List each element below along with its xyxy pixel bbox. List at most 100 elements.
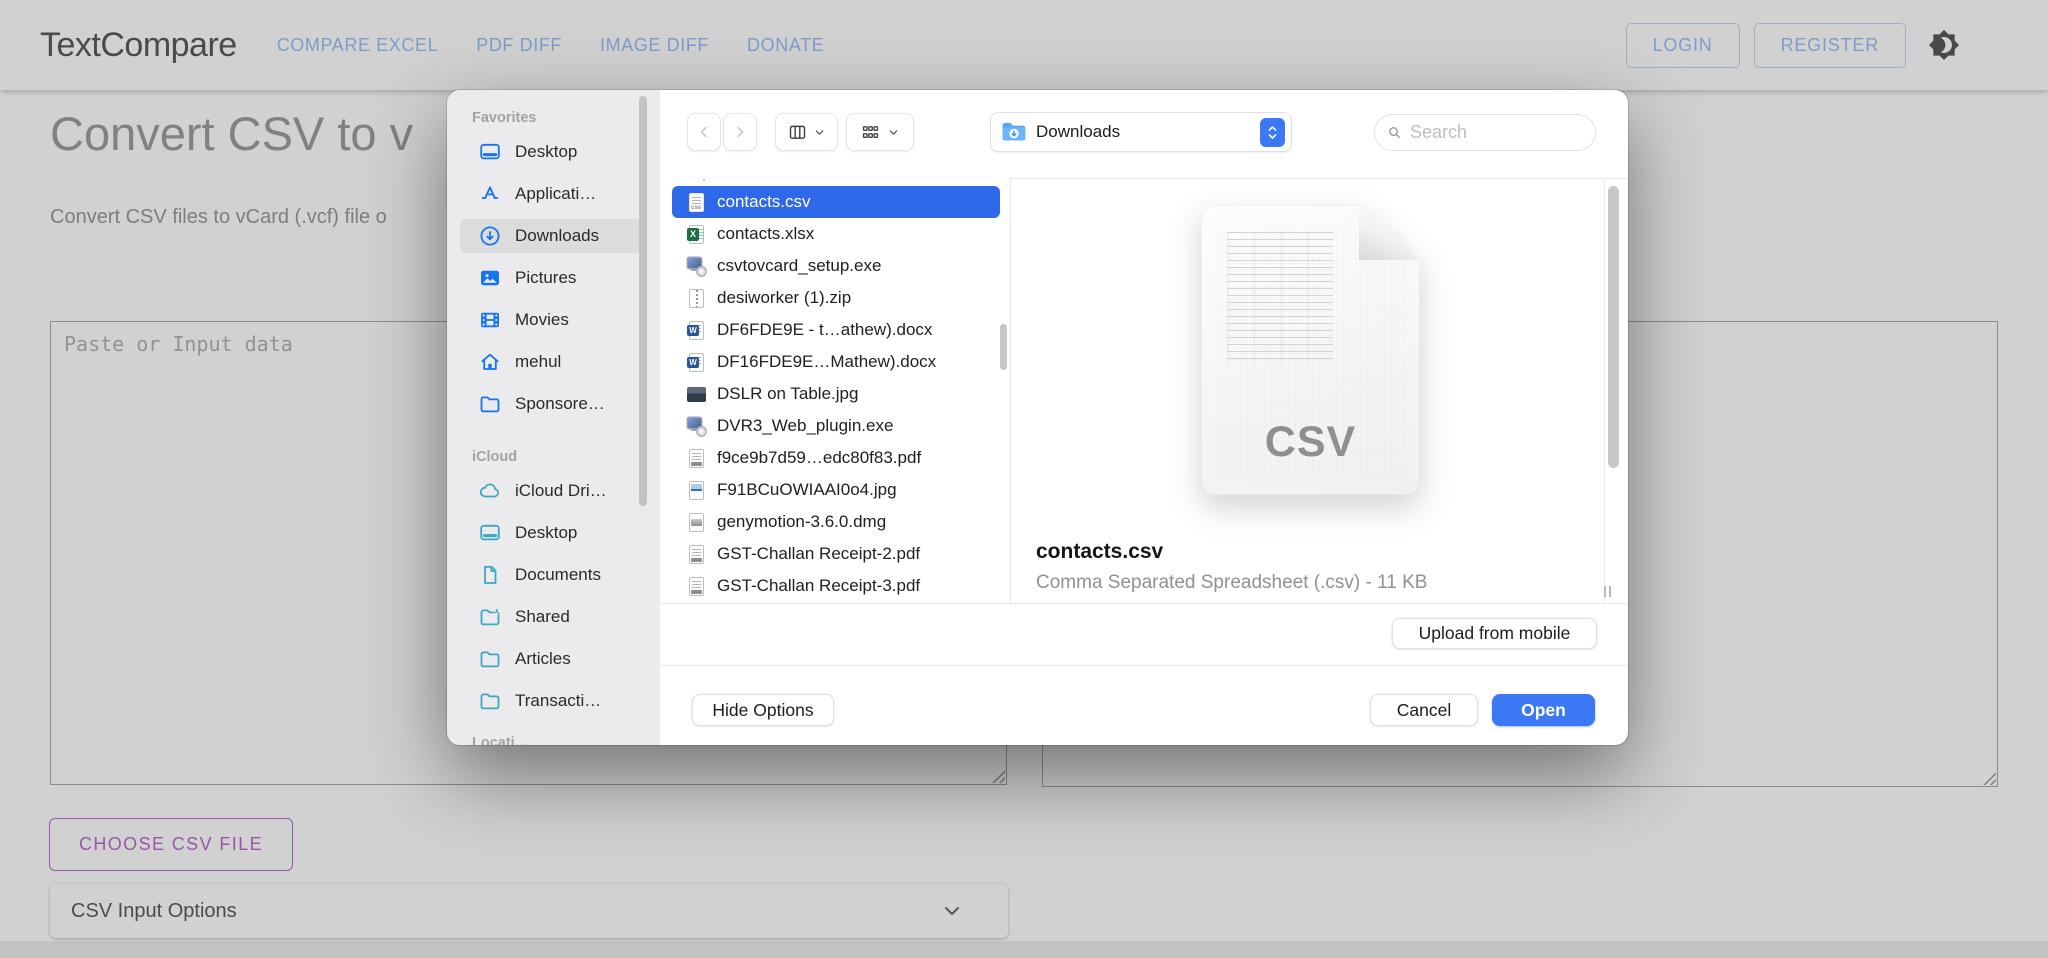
file-list-scrollbar[interactable] [1000, 324, 1007, 370]
excel-file-icon: X [686, 224, 707, 245]
desktop-icon [478, 521, 502, 545]
movies-icon [478, 308, 502, 332]
chevron-down-icon [887, 126, 900, 139]
file-row[interactable]: desiworker (1).zip [672, 282, 1000, 314]
csv-preview-icon: CSV [1201, 205, 1420, 495]
home-icon [478, 350, 502, 374]
column-divider[interactable] [1010, 178, 1011, 603]
preview-scrollbar[interactable] [1608, 186, 1619, 468]
preview-filename: contacts.csv [1036, 540, 1163, 564]
app-store-icon [478, 182, 502, 206]
sidebar-item-label: mehul [515, 352, 561, 372]
file-open-dialog: Favorites Desktop Applicati… Downloads P… [447, 90, 1628, 745]
icloud-section-label: iCloud [472, 449, 660, 465]
folder-icon [478, 392, 502, 416]
column-resize-handle[interactable] [1604, 586, 1611, 597]
desktop-icon [478, 140, 502, 164]
sidebar-item-icloud-desktop[interactable]: Desktop [460, 516, 647, 550]
pictures-icon [478, 266, 502, 290]
locations-section-label: Locati… [472, 735, 660, 745]
preview-scrollbar-gutter [1604, 178, 1605, 603]
pdf-file-icon [686, 448, 707, 469]
sidebar-item-label: Downloads [515, 226, 599, 246]
search-field[interactable] [1374, 114, 1596, 151]
file-row[interactable]: genymotion-3.6.0.dmg [672, 506, 1000, 538]
file-row[interactable]: GST-Challan Receipt-2.pdf [672, 538, 1000, 570]
folder-icon [478, 647, 502, 671]
sidebar-item-movies[interactable]: Movies [460, 303, 647, 337]
hide-options-button[interactable]: Hide Options [692, 694, 834, 726]
file-row[interactable]: csvtovcard_setup.exe [672, 250, 1000, 282]
file-row[interactable]: F91BCuOWIAAI0o4.jpg [672, 474, 1000, 506]
file-name: desiworker (1).zip [717, 288, 851, 308]
file-row[interactable]: GST-Challan Receipt-3.pdf [672, 570, 1000, 602]
file-name: GST-Challan Receipt-2.pdf [717, 544, 920, 564]
sidebar-item-desktop[interactable]: Desktop [460, 135, 647, 169]
file-row[interactable]: X contacts.xlsx [672, 218, 1000, 250]
photo-file-icon [686, 384, 707, 405]
shared-folder-icon [478, 605, 502, 629]
column-view-icon [787, 122, 808, 143]
downloads-circle-icon [478, 224, 502, 248]
forward-button[interactable] [723, 113, 757, 151]
sidebar-item-documents[interactable]: Documents [460, 558, 647, 592]
sidebar-item-label: Pictures [515, 268, 576, 288]
back-button[interactable] [687, 113, 721, 151]
search-icon [1387, 124, 1402, 141]
sidebar-item-articles[interactable]: Articles [460, 642, 647, 676]
cancel-button[interactable]: Cancel [1370, 694, 1478, 726]
sidebar-item-downloads[interactable]: Downloads [460, 219, 647, 253]
file-name: DVR3_Web_plugin.exe [717, 416, 893, 436]
file-name: contacts.xlsx [717, 224, 814, 244]
file-row[interactable]: W DF16FDE9E…Mathew).docx [672, 346, 1000, 378]
csv-file-icon: csv [686, 192, 707, 213]
sidebar-item-transactions[interactable]: Transacti… [460, 684, 647, 718]
file-name: contacts.csv [717, 192, 811, 212]
chevron-down-icon [813, 126, 826, 139]
group-view-button[interactable] [846, 113, 914, 151]
file-row[interactable]: DSLR on Table.jpg [672, 378, 1000, 410]
sidebar-item-label: Transacti… [515, 691, 601, 711]
file-row[interactable]: csv contacts.csv [672, 186, 1000, 218]
column-view-button[interactable] [775, 113, 838, 151]
file-list: csv contacts.csv X contacts.xlsx csvtovc… [660, 178, 1010, 603]
file-name: DSLR on Table.jpg [717, 384, 858, 404]
sidebar-item-icloud-drive[interactable]: iCloud Dri… [460, 474, 647, 508]
file-name: genymotion-3.6.0.dmg [717, 512, 886, 532]
sidebar-item-sponsored[interactable]: Sponsore… [460, 387, 647, 421]
upload-from-mobile-button[interactable]: Upload from mobile [1392, 618, 1597, 649]
search-input[interactable] [1410, 122, 1585, 143]
file-name: csvtovcard_setup.exe [717, 256, 881, 276]
file-name: F91BCuOWIAAI0o4.jpg [717, 480, 897, 500]
location-dropdown[interactable]: Downloads [990, 112, 1292, 152]
file-row[interactable]: f9ce9b7d59…edc80f83.pdf [672, 442, 1000, 474]
csv-badge: CSV [1201, 418, 1420, 467]
sidebar-item-label: Sponsore… [515, 394, 605, 414]
sidebar-item-applications[interactable]: Applicati… [460, 177, 647, 211]
installer-file-icon [686, 256, 707, 277]
file-name: DF6FDE9E - t…athew).docx [717, 320, 932, 340]
footer-divider [660, 665, 1628, 666]
location-dropdown-value: Downloads [1036, 122, 1260, 142]
group-view-icon [860, 122, 881, 143]
sidebar-item-label: iCloud Dri… [515, 481, 607, 501]
sidebar-item-label: Desktop [515, 523, 577, 543]
cloud-icon [478, 479, 502, 503]
sidebar-item-label: Applicati… [515, 184, 596, 204]
sidebar-scrollbar[interactable] [639, 96, 647, 506]
sidebar-item-pictures[interactable]: Pictures [460, 261, 647, 295]
installer-file-icon [686, 416, 707, 437]
file-row[interactable]: DVR3_Web_plugin.exe [672, 410, 1000, 442]
pdf-file-icon [686, 576, 707, 597]
sidebar-item-shared[interactable]: Shared [460, 600, 647, 634]
open-button[interactable]: Open [1492, 694, 1595, 726]
sidebar-item-label: Shared [515, 607, 570, 627]
sidebar-item-home[interactable]: mehul [460, 345, 647, 379]
dmg-file-icon [686, 512, 707, 533]
preview-file-details: Comma Separated Spreadsheet (.csv) - 11 … [1036, 572, 1427, 594]
file-row[interactable]: W DF6FDE9E - t…athew).docx [672, 314, 1000, 346]
clipped-file-row [700, 178, 1010, 186]
dialog-sidebar: Favorites Desktop Applicati… Downloads P… [447, 90, 660, 745]
downloads-folder-icon [1001, 121, 1027, 143]
sidebar-item-label: Articles [515, 649, 571, 669]
